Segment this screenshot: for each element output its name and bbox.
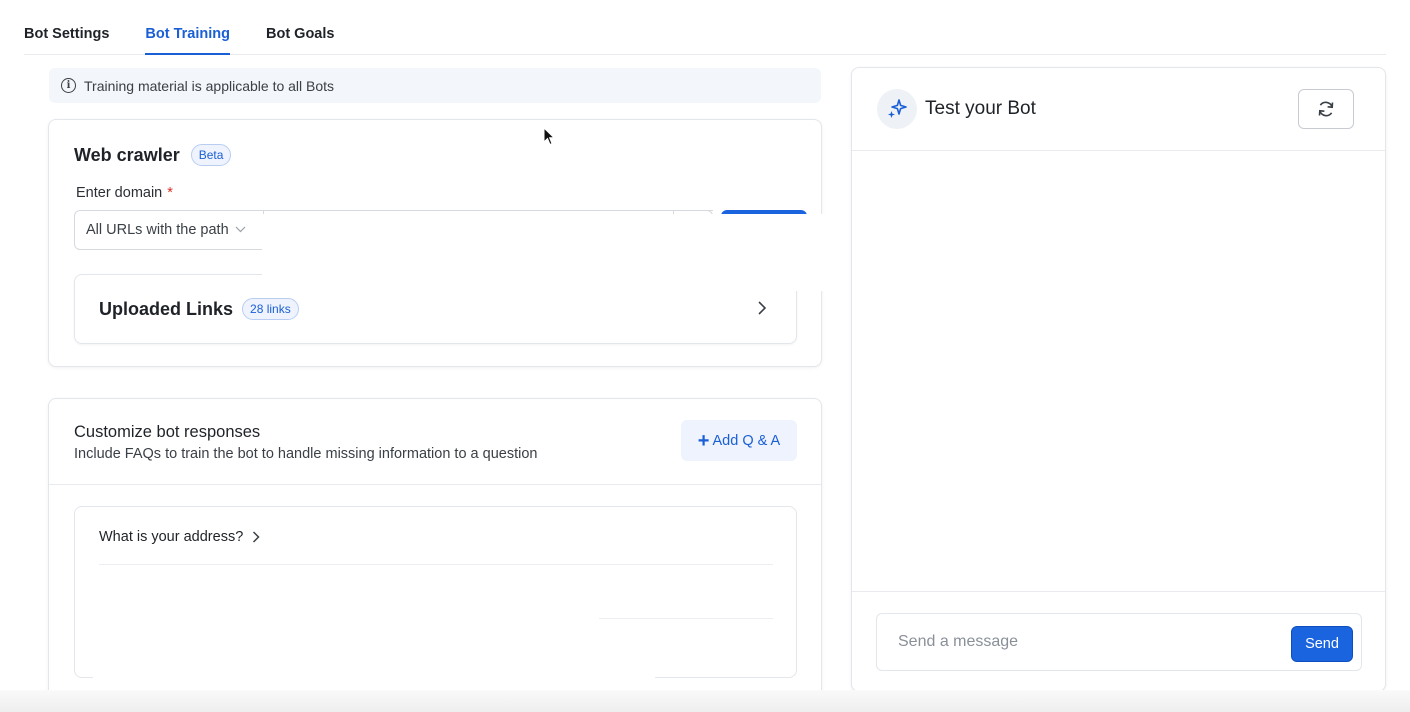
refresh-icon xyxy=(1318,101,1334,117)
message-input[interactable] xyxy=(898,633,1278,651)
blank-overlay xyxy=(262,214,850,291)
qa-divider xyxy=(599,618,773,619)
blank-overlay xyxy=(93,655,655,685)
chevron-down-icon xyxy=(235,224,246,236)
test-bot-panel: Test your Bot Send xyxy=(851,67,1386,692)
test-bot-header: Test your Bot xyxy=(852,68,1385,151)
add-qa-button[interactable]: + Add Q & A xyxy=(681,420,797,461)
uploaded-links-title: Uploaded Links xyxy=(99,298,234,319)
tab-bot-goals[interactable]: Bot Goals xyxy=(266,26,334,54)
enter-domain-label-text: Enter domain xyxy=(76,185,163,201)
message-box: Send xyxy=(876,613,1362,671)
info-banner-text: Training material is applicable to all B… xyxy=(84,77,335,94)
links-count-badge: 28 links xyxy=(242,298,299,320)
bot-training-page: Bot Settings Bot Training Bot Goals i Tr… xyxy=(0,0,1410,712)
add-qa-label: Add Q & A xyxy=(712,432,781,449)
url-scope-value: All URLs with the path xyxy=(86,222,229,238)
send-button[interactable]: Send xyxy=(1291,626,1353,662)
bottom-fade xyxy=(0,690,1410,712)
customize-subtitle: Include FAQs to train the bot to handle … xyxy=(74,446,538,462)
qa-list: What is your address? xyxy=(74,506,797,685)
chevron-right-icon xyxy=(758,301,767,315)
beta-badge: Beta xyxy=(190,144,232,166)
message-composer: Send xyxy=(852,591,1385,693)
qa-question: What is your address? xyxy=(99,529,244,545)
info-banner: i Training material is applicable to all… xyxy=(49,68,821,103)
qa-divider xyxy=(99,564,773,565)
test-bot-title: Test your Bot xyxy=(925,98,1036,119)
mouse-cursor-icon xyxy=(543,127,555,146)
web-crawler-title: Web crawler Beta xyxy=(74,144,232,166)
customize-title: Customize bot responses xyxy=(74,423,261,441)
enter-domain-label: Enter domain * xyxy=(76,185,173,201)
qa-item[interactable]: What is your address? xyxy=(99,529,261,545)
plus-icon: + xyxy=(697,429,710,452)
sparkle-icon xyxy=(877,89,917,129)
customize-header: Customize bot responses Include FAQs to … xyxy=(49,399,821,485)
web-crawler-title-text: Web crawler xyxy=(74,144,180,165)
chevron-right-icon xyxy=(253,531,260,543)
required-mark: * xyxy=(167,185,173,201)
tab-bot-settings[interactable]: Bot Settings xyxy=(24,26,109,54)
url-scope-select[interactable]: All URLs with the path xyxy=(74,210,264,250)
tab-bot-training[interactable]: Bot Training xyxy=(145,26,230,55)
tab-bar: Bot Settings Bot Training Bot Goals xyxy=(24,0,1386,55)
refresh-button[interactable] xyxy=(1298,89,1354,129)
info-icon: i xyxy=(61,78,76,93)
customize-responses-card: Customize bot responses Include FAQs to … xyxy=(48,398,822,700)
